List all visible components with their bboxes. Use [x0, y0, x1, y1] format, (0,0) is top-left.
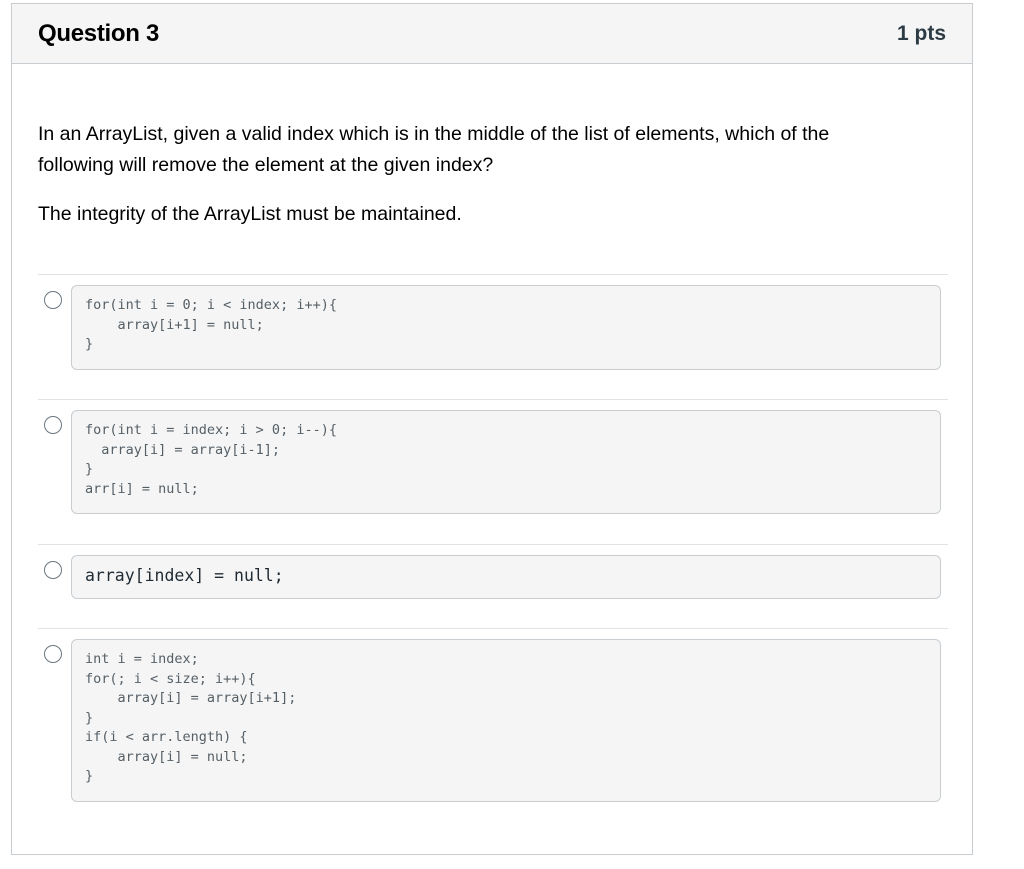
answer-radio-1[interactable]: [44, 291, 62, 309]
answer-radio-3[interactable]: [44, 561, 62, 579]
answer-code-3: array[index] = null;: [85, 566, 284, 585]
question-text: In an ArrayList, given a valid index whi…: [38, 119, 898, 248]
question-text-paragraph: The integrity of the ArrayList must be m…: [38, 203, 462, 225]
answer-radio-4[interactable]: [44, 645, 62, 663]
answer-option-1[interactable]: for(int i = 0; i < index; i++){ array[i+…: [38, 274, 948, 399]
answer-code-1: for(int i = 0; i < index; i++){ array[i+…: [85, 297, 337, 352]
answer-option-4[interactable]: int i = index; for(; i < size; i++){ arr…: [38, 628, 948, 828]
question-header: Question 3 1 pts: [12, 4, 972, 64]
answer-list: for(int i = 0; i < index; i++){ array[i+…: [38, 274, 948, 828]
question-title: Question 3: [38, 19, 160, 47]
question-card: Question 3 1 pts In an ArrayList, given …: [11, 3, 973, 855]
answer-code-box-4[interactable]: int i = index; for(; i < size; i++){ arr…: [71, 639, 941, 802]
answer-code-2: for(int i = index; i > 0; i--){ array[i]…: [85, 422, 337, 497]
answer-option-2[interactable]: for(int i = index; i > 0; i--){ array[i]…: [38, 399, 948, 544]
answer-code-box-1[interactable]: for(int i = 0; i < index; i++){ array[i+…: [71, 285, 941, 370]
answer-option-3[interactable]: array[index] = null;: [38, 544, 948, 628]
question-text-paragraph: In an ArrayList, given a valid index whi…: [38, 123, 830, 176]
answer-code-box-2[interactable]: for(int i = index; i > 0; i--){ array[i]…: [71, 410, 941, 514]
answer-code-box-3[interactable]: array[index] = null;: [71, 555, 941, 599]
question-points: 1 pts: [896, 21, 946, 45]
answer-radio-2[interactable]: [44, 416, 62, 434]
answer-code-4: int i = index; for(; i < size; i++){ arr…: [85, 651, 297, 784]
